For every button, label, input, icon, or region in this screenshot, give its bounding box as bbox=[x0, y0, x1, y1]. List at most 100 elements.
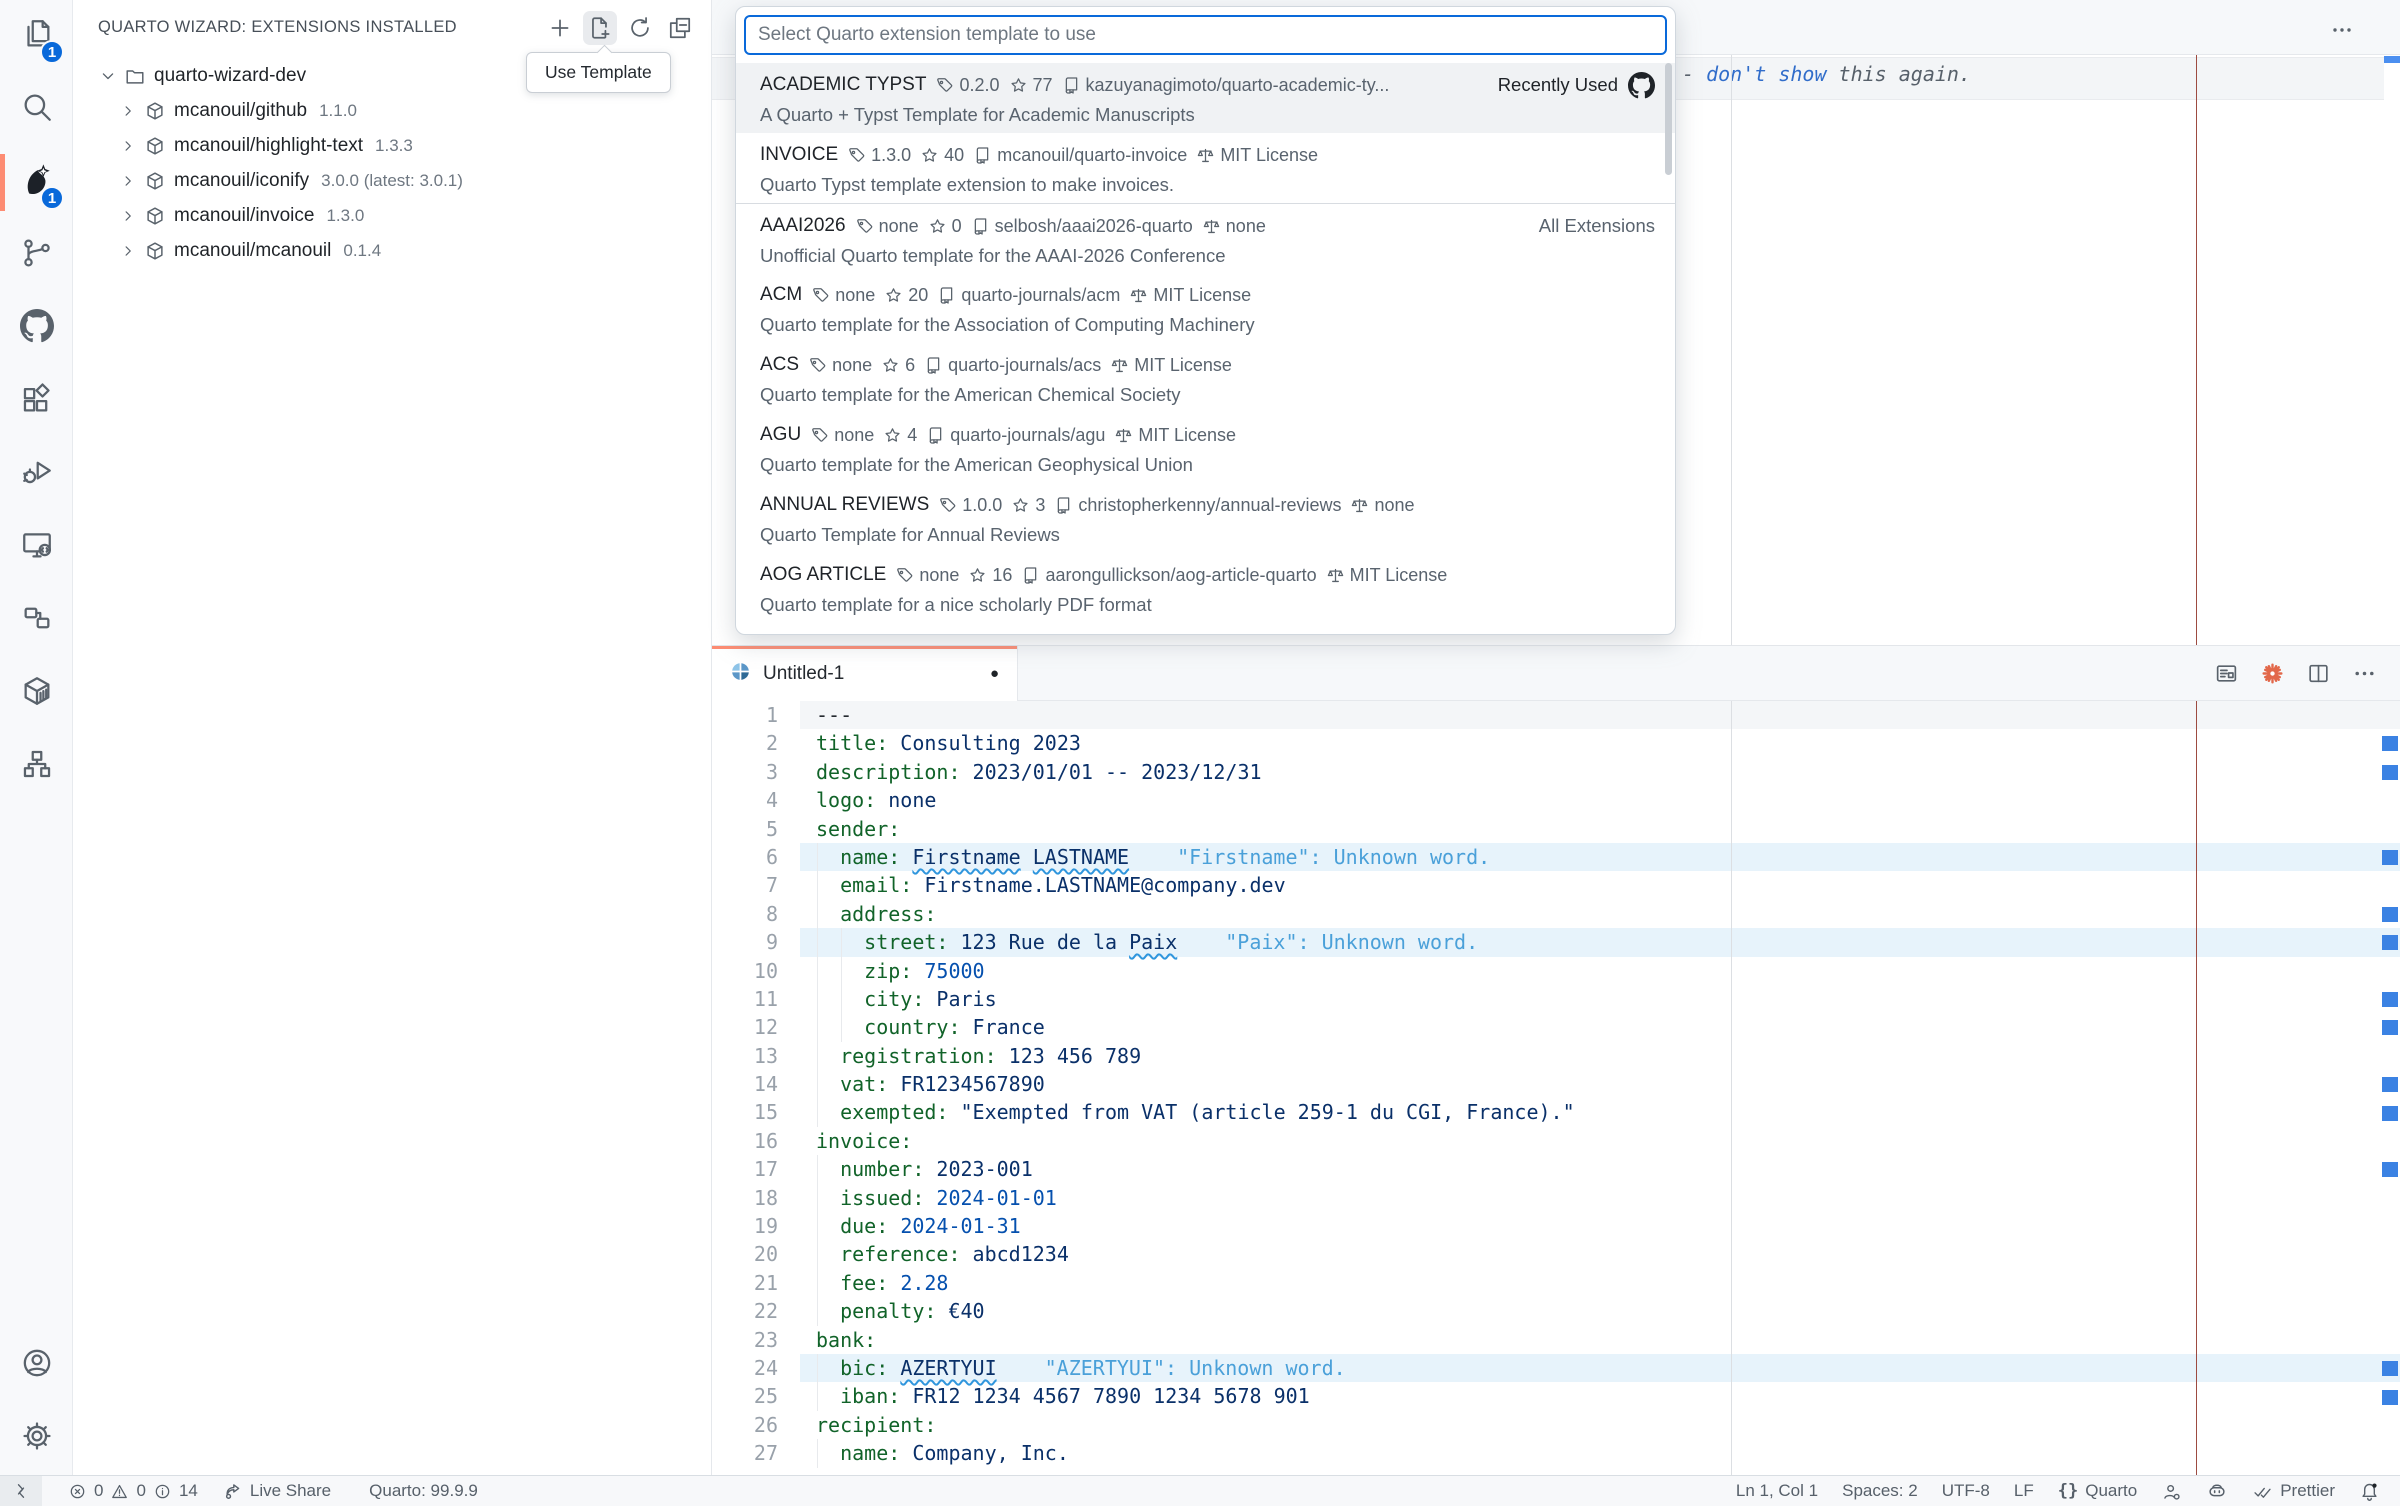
code-line-17[interactable]: 17 number: 2023-001 bbox=[712, 1155, 2400, 1183]
use-template-button[interactable] bbox=[583, 11, 617, 45]
indentation[interactable]: Spaces: 2 bbox=[1830, 1476, 1930, 1506]
quick-pick-item-aog-article[interactable]: AOG ARTICLEnone16aarongullickson/aog-art… bbox=[736, 553, 1675, 623]
live-share-icon bbox=[222, 1481, 243, 1502]
code-line-11[interactable]: 11 city: Paris bbox=[712, 985, 2400, 1013]
github-icon[interactable] bbox=[1628, 72, 1655, 99]
code-editor[interactable]: 1---2title: Consulting 20233description:… bbox=[712, 701, 2400, 1476]
line-content: description: 2023/01/01 -- 2023/12/31 bbox=[816, 758, 1262, 786]
activity-run-debug[interactable] bbox=[0, 438, 73, 511]
code-line-3[interactable]: 3description: 2023/01/01 -- 2023/12/31 bbox=[712, 758, 2400, 786]
license-icon bbox=[1202, 217, 1221, 236]
activity-hierarchy[interactable] bbox=[0, 730, 73, 803]
quick-pick-item-academic-typst[interactable]: ACADEMIC TYPST0.2.077kazuyanagimoto/quar… bbox=[736, 63, 1675, 133]
encoding[interactable]: UTF-8 bbox=[1930, 1476, 2002, 1506]
item-label-row: ACMnone20quarto-journals/acmMIT License bbox=[760, 279, 1655, 311]
live-share[interactable]: Live Share bbox=[210, 1476, 343, 1506]
quarto-render-icon[interactable] bbox=[2256, 657, 2288, 689]
code-line-24[interactable]: 24 bic: AZERTYUI"AZERTYUI": Unknown word… bbox=[712, 1354, 2400, 1382]
remote-indicator[interactable] bbox=[0, 1476, 42, 1506]
code-line-5[interactable]: 5sender: bbox=[712, 815, 2400, 843]
code-line-6[interactable]: 6 name: Firstname LASTNAME"Firstname": U… bbox=[712, 843, 2400, 871]
activity-settings[interactable] bbox=[0, 1402, 73, 1475]
tree-item-mcanouil-github[interactable]: mcanouil/github1.1.0 bbox=[74, 93, 711, 128]
activity-source-control[interactable] bbox=[0, 219, 73, 292]
language-mode[interactable]: {}Quarto bbox=[2046, 1476, 2149, 1506]
repository-icon bbox=[971, 217, 990, 236]
code-line-9[interactable]: 9 street: 123 Rue de la Paix"Paix": Unkn… bbox=[712, 928, 2400, 956]
quick-pick-item-invoice[interactable]: INVOICE1.3.040mcanouil/quarto-invoiceMIT… bbox=[736, 133, 1675, 203]
line-number: 10 bbox=[712, 957, 778, 985]
code-line-18[interactable]: 18 issued: 2024-01-01 bbox=[712, 1184, 2400, 1212]
formatter[interactable]: Prettier bbox=[2240, 1476, 2347, 1506]
chevron-right-icon[interactable] bbox=[116, 207, 140, 225]
chevron-right-icon[interactable] bbox=[116, 102, 140, 120]
activity-remote-explorer[interactable] bbox=[0, 511, 73, 584]
code-line-2[interactable]: 2title: Consulting 2023 bbox=[712, 729, 2400, 757]
quick-pick-input[interactable]: Select Quarto extension template to use bbox=[744, 15, 1667, 55]
chevron-right-icon[interactable] bbox=[116, 172, 140, 190]
person-status[interactable] bbox=[2149, 1476, 2194, 1506]
code-line-7[interactable]: 7 email: Firstname.LASTNAME@company.dev bbox=[712, 871, 2400, 899]
activity-extensions[interactable] bbox=[0, 365, 73, 438]
quick-pick-item-acm[interactable]: ACMnone20quarto-journals/acmMIT LicenseQ… bbox=[736, 273, 1675, 343]
code-line-4[interactable]: 4logo: none bbox=[712, 786, 2400, 814]
tab-untitled-1[interactable]: Untitled-1 ● bbox=[712, 646, 1018, 701]
tree-item-mcanouil-mcanouil[interactable]: mcanouil/mcanouil0.1.4 bbox=[74, 233, 711, 268]
collapse-all-button[interactable] bbox=[663, 11, 697, 45]
package-icon bbox=[144, 170, 166, 192]
code-line-8[interactable]: 8 address: bbox=[712, 900, 2400, 928]
quick-pick-item-aaai2026[interactable]: AAAI2026none0selbosh/aaai2026-quartonone… bbox=[736, 203, 1675, 273]
open-preview-icon[interactable] bbox=[2210, 657, 2242, 689]
code-line-12[interactable]: 12 country: France bbox=[712, 1013, 2400, 1041]
activity-search[interactable] bbox=[0, 73, 73, 146]
editor-top-text-fragment[interactable]: - don't show this again. bbox=[1682, 62, 1971, 86]
problems[interactable]: 0014 bbox=[56, 1476, 210, 1506]
code-line-20[interactable]: 20 reference: abcd1234 bbox=[712, 1240, 2400, 1268]
chevron-right-icon[interactable] bbox=[116, 242, 140, 260]
line-content: email: Firstname.LASTNAME@company.dev bbox=[816, 871, 1286, 899]
quick-pick-item-agu[interactable]: AGUnone4quarto-journals/aguMIT LicenseQu… bbox=[736, 413, 1675, 483]
version-icon bbox=[810, 426, 829, 445]
code-line-26[interactable]: 26recipient: bbox=[712, 1411, 2400, 1439]
code-line-10[interactable]: 10 zip: 75000 bbox=[712, 957, 2400, 985]
code-line-15[interactable]: 15 exempted: "Exempted from VAT (article… bbox=[712, 1098, 2400, 1126]
activity-quarto-wizard[interactable]: 1 bbox=[0, 146, 73, 219]
eol[interactable]: LF bbox=[2002, 1476, 2046, 1506]
more-actions-icon[interactable] bbox=[2348, 657, 2380, 689]
scrollbar-thumb[interactable] bbox=[1665, 63, 1672, 175]
code-line-1[interactable]: 1--- bbox=[712, 701, 2400, 729]
code-line-23[interactable]: 23bank: bbox=[712, 1326, 2400, 1354]
activity-containers[interactable] bbox=[0, 584, 73, 657]
tree-item-mcanouil-highlight-text[interactable]: mcanouil/highlight-text1.3.3 bbox=[74, 128, 711, 163]
activity-github[interactable] bbox=[0, 292, 73, 365]
code-line-27[interactable]: 27 name: Company, Inc. bbox=[712, 1439, 2400, 1467]
activity-explorer[interactable]: 1 bbox=[0, 0, 73, 73]
quarto-version[interactable]: Quarto: 99.9.9 bbox=[357, 1476, 490, 1506]
quick-pick: Select Quarto extension template to use … bbox=[735, 6, 1676, 635]
install-extension-button[interactable] bbox=[543, 11, 577, 45]
quick-pick-item-apaquarto[interactable]: APAQUARTOnone216wjschne/apaquartoCreativ… bbox=[736, 623, 1675, 635]
cursor-position[interactable]: Ln 1, Col 1 bbox=[1724, 1476, 1830, 1506]
chevron-down-icon[interactable] bbox=[96, 66, 120, 86]
activity-accounts[interactable] bbox=[0, 1329, 73, 1402]
notifications[interactable] bbox=[2347, 1476, 2392, 1506]
code-line-22[interactable]: 22 penalty: €40 bbox=[712, 1297, 2400, 1325]
tree-item-mcanouil-invoice[interactable]: mcanouil/invoice1.3.0 bbox=[74, 198, 711, 233]
code-line-14[interactable]: 14 vat: FR1234567890 bbox=[712, 1070, 2400, 1098]
dont-show-link[interactable]: don't show bbox=[1706, 62, 1826, 86]
code-line-16[interactable]: 16invoice: bbox=[712, 1127, 2400, 1155]
quick-pick-item-acs[interactable]: ACSnone6quarto-journals/acsMIT LicenseQu… bbox=[736, 343, 1675, 413]
copilot[interactable] bbox=[2194, 1476, 2240, 1506]
split-editor-icon[interactable] bbox=[2302, 657, 2334, 689]
code-line-13[interactable]: 13 registration: 123 456 789 bbox=[712, 1042, 2400, 1070]
code-line-25[interactable]: 25 iban: FR12 1234 4567 7890 1234 5678 9… bbox=[712, 1382, 2400, 1410]
code-line-21[interactable]: 21 fee: 2.28 bbox=[712, 1269, 2400, 1297]
item-stars: 20 bbox=[884, 285, 928, 306]
chevron-right-icon[interactable] bbox=[116, 137, 140, 155]
quick-pick-item-annual-reviews[interactable]: ANNUAL REVIEWS1.0.03christopherkenny/ann… bbox=[736, 483, 1675, 553]
refresh-button[interactable] bbox=[623, 11, 657, 45]
more-actions-icon[interactable] bbox=[2326, 14, 2358, 46]
activity-package-container[interactable] bbox=[0, 657, 73, 730]
code-line-19[interactable]: 19 due: 2024-01-31 bbox=[712, 1212, 2400, 1240]
tree-item-mcanouil-iconify[interactable]: mcanouil/iconify3.0.0 (latest: 3.0.1) bbox=[74, 163, 711, 198]
